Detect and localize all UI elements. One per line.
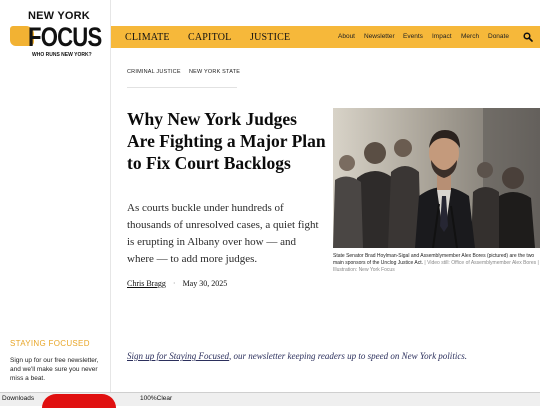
site-logo[interactable]: NEW YORK FOCUS WHO RUNS NEW YORK?: [10, 10, 106, 62]
top-nav: CLIMATE CAPITOL JUSTICE About Newsletter…: [111, 26, 540, 48]
breadcrumb-criminal-justice[interactable]: CRIMINAL JUSTICE: [127, 69, 181, 75]
nav-capitol[interactable]: CAPITOL: [188, 32, 231, 43]
nav-donate[interactable]: Donate: [488, 33, 509, 40]
nav-merch[interactable]: Merch: [461, 33, 479, 40]
nav-climate[interactable]: CLIMATE: [125, 32, 170, 43]
red-blob-graphic: [42, 394, 116, 408]
photo-caption: State Senator Brad Hoylman-Sigal and Ass…: [333, 253, 539, 274]
logo-line2: FOCUS: [28, 22, 102, 52]
breadcrumb-new-york-state[interactable]: NEW YORK STATE: [189, 69, 240, 75]
nav-justice[interactable]: JUSTICE: [250, 32, 290, 43]
breadcrumb-divider: [127, 87, 237, 88]
nav-events[interactable]: Events: [403, 33, 423, 40]
search-icon[interactable]: [523, 32, 533, 42]
article-headline: Why New York Judges Are Fighting a Major…: [127, 109, 326, 173]
article-photo: [333, 108, 540, 248]
nav-newsletter[interactable]: Newsletter: [364, 33, 395, 40]
publish-date: May 30, 2025: [182, 279, 228, 288]
staying-focused-text: Sign up for our free newsletter, and we'…: [10, 357, 99, 382]
logo-line1: NEW YORK: [28, 10, 90, 22]
nav-impact[interactable]: Impact: [432, 33, 452, 40]
article-dek: As courts buckle under hundreds of thous…: [127, 202, 319, 265]
bottom-status-bar: Downloads 100%Clear: [0, 392, 540, 408]
newsletter-signup-link[interactable]: Sign up for Staying Focused: [127, 351, 229, 361]
zoom-clear-label[interactable]: 100%Clear: [140, 395, 172, 402]
nav-about[interactable]: About: [338, 33, 355, 40]
left-sidebar: NEW YORK FOCUS WHO RUNS NEW YORK? STAYIN…: [0, 0, 111, 392]
newsletter-signup-text: , our newsletter keeping readers up to s…: [229, 351, 468, 361]
newsletter-signup-line: Sign up for Staying Focused, our newslet…: [127, 351, 467, 361]
downloads-label[interactable]: Downloads: [2, 395, 34, 402]
author-link[interactable]: Chris Bragg: [127, 279, 166, 288]
staying-focused-title: STAYING FOCUSED: [10, 339, 90, 348]
logo-tagline: WHO RUNS NEW YORK?: [32, 52, 92, 58]
byline: Chris Bragg · May 30, 2025: [127, 279, 228, 288]
